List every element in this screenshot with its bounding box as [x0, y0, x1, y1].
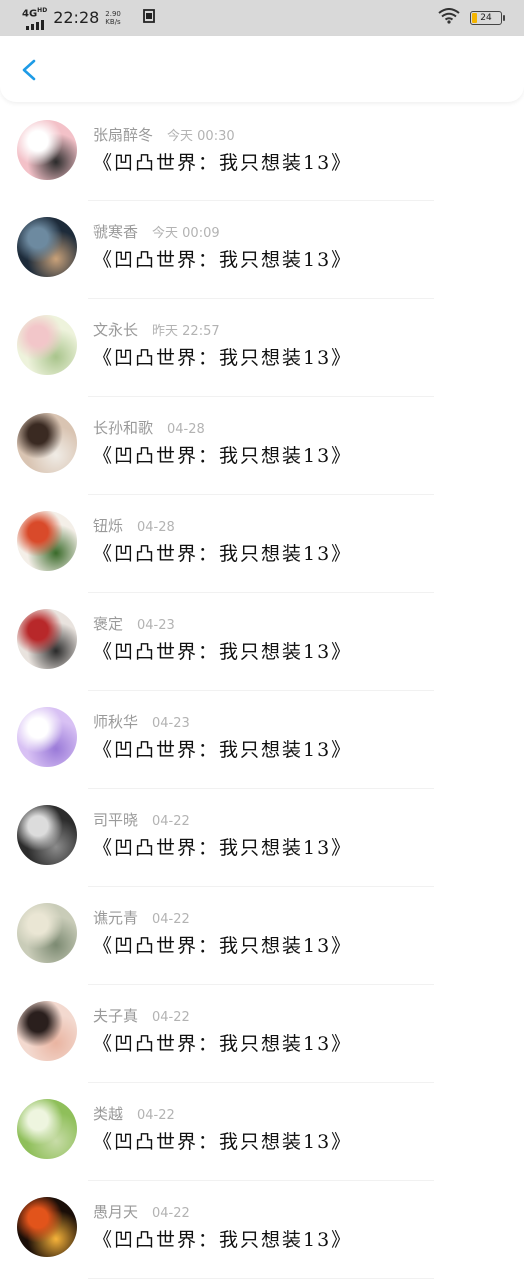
list-item[interactable]: 褒定 04-23 《凹凸世界：我只想装13》	[0, 593, 524, 691]
contact-name: 钮烁	[93, 517, 124, 535]
list-item[interactable]: 文永长 昨天 22:57 《凹凸世界：我只想装13》	[0, 299, 524, 397]
contact-meta: 钮烁 04-28	[93, 515, 175, 536]
contact-name: 师秋华	[93, 713, 139, 731]
list-item[interactable]: 类越 04-22 《凹凸世界：我只想装13》	[0, 1083, 524, 1181]
avatar[interactable]	[17, 707, 77, 767]
message-preview: 《凹凸世界：我只想装13》	[93, 152, 353, 174]
divider	[88, 1278, 434, 1279]
message-preview: 《凹凸世界：我只想装13》	[93, 249, 353, 271]
contact-name: 张扇醉冬	[93, 126, 154, 144]
message-preview: 《凹凸世界：我只想装13》	[93, 445, 353, 467]
avatar[interactable]	[17, 805, 77, 865]
contact-list: 张扇醉冬 今天 00:30 《凹凸世界：我只想装13》 虢寒香 今天 00:09 《凹凸世…	[0, 108, 524, 1279]
avatar[interactable]	[17, 903, 77, 963]
avatar[interactable]	[17, 413, 77, 473]
contact-name: 褒定	[93, 615, 124, 633]
contact-time: 04-22	[152, 814, 190, 829]
contact-meta: 师秋华 04-23	[93, 711, 190, 732]
contact-time: 今天 00:30	[167, 129, 235, 144]
wifi-icon	[438, 8, 460, 28]
contact-meta: 褒定 04-23	[93, 613, 175, 634]
contact-time: 04-22	[152, 1010, 190, 1025]
message-preview: 《凹凸世界：我只想装13》	[93, 739, 353, 761]
avatar[interactable]	[17, 120, 77, 180]
message-preview: 《凹凸世界：我只想装13》	[93, 347, 353, 369]
status-right: 24	[438, 8, 505, 28]
contact-name: 司平晓	[93, 811, 139, 829]
contact-time: 04-23	[152, 716, 190, 731]
list-item[interactable]: 司平晓 04-22 《凹凸世界：我只想装13》	[0, 789, 524, 887]
status-bar: 4GHD 22:28 2.90 KB/s 24	[0, 0, 524, 36]
contact-meta: 夫子真 04-22	[93, 1005, 190, 1026]
contact-name: 长孙和歌	[93, 419, 154, 437]
top-header	[0, 36, 524, 102]
contact-meta: 类越 04-22	[93, 1103, 175, 1124]
contact-name: 愚月天	[93, 1203, 139, 1221]
avatar[interactable]	[17, 1197, 77, 1257]
message-preview: 《凹凸世界：我只想装13》	[93, 837, 353, 859]
contact-time: 今天 00:09	[152, 226, 220, 241]
contact-meta: 长孙和歌 04-28	[93, 417, 205, 438]
message-preview: 《凹凸世界：我只想装13》	[93, 1229, 353, 1251]
contact-time: 04-28	[167, 422, 205, 437]
contact-meta: 谯元青 04-22	[93, 907, 190, 928]
list-item[interactable]: 夫子真 04-22 《凹凸世界：我只想装13》	[0, 985, 524, 1083]
contact-name: 虢寒香	[93, 223, 139, 241]
contact-meta: 张扇醉冬 今天 00:30	[93, 124, 235, 145]
contact-meta: 虢寒香 今天 00:09	[93, 221, 220, 242]
contact-meta: 愚月天 04-22	[93, 1201, 190, 1222]
list-item[interactable]: 张扇醉冬 今天 00:30 《凹凸世界：我只想装13》	[0, 108, 524, 201]
message-preview: 《凹凸世界：我只想装13》	[93, 641, 353, 663]
status-left: 4GHD 22:28 2.90 KB/s	[22, 6, 157, 31]
list-item[interactable]: 虢寒香 今天 00:09 《凹凸世界：我只想装13》	[0, 201, 524, 299]
contact-name: 谯元青	[93, 909, 139, 927]
avatar[interactable]	[17, 511, 77, 571]
network-indicator: 4GHD	[22, 6, 47, 31]
avatar[interactable]	[17, 609, 77, 669]
status-time: 22:28	[53, 8, 100, 28]
signal-icon	[25, 20, 44, 31]
contact-name: 文永长	[93, 321, 139, 339]
battery-icon: 24	[470, 11, 505, 25]
contact-name: 夫子真	[93, 1007, 139, 1025]
contact-name: 类越	[93, 1105, 124, 1123]
list-item[interactable]: 愚月天 04-22 《凹凸世界：我只想装13》	[0, 1181, 524, 1279]
contact-time: 04-22	[152, 912, 190, 927]
back-button[interactable]	[18, 58, 42, 82]
avatar[interactable]	[17, 1099, 77, 1159]
contact-time: 04-28	[137, 520, 175, 535]
network-speed: 2.90 KB/s	[105, 9, 121, 26]
list-item[interactable]: 师秋华 04-23 《凹凸世界：我只想装13》	[0, 691, 524, 789]
avatar[interactable]	[17, 217, 77, 277]
sim-icon	[141, 8, 157, 28]
message-preview: 《凹凸世界：我只想装13》	[93, 1033, 353, 1055]
contact-time: 04-22	[137, 1108, 175, 1123]
avatar[interactable]	[17, 315, 77, 375]
chevron-left-icon	[22, 59, 36, 81]
message-preview: 《凹凸世界：我只想装13》	[93, 543, 353, 565]
list-item[interactable]: 钮烁 04-28 《凹凸世界：我只想装13》	[0, 495, 524, 593]
contact-meta: 司平晓 04-22	[93, 809, 190, 830]
list-item[interactable]: 长孙和歌 04-28 《凹凸世界：我只想装13》	[0, 397, 524, 495]
contact-time: 昨天 22:57	[152, 324, 220, 339]
list-item[interactable]: 谯元青 04-22 《凹凸世界：我只想装13》	[0, 887, 524, 985]
contact-time: 04-23	[137, 618, 175, 633]
battery-level: 24	[480, 13, 492, 23]
avatar[interactable]	[17, 1001, 77, 1061]
message-preview: 《凹凸世界：我只想装13》	[93, 1131, 353, 1153]
contact-time: 04-22	[152, 1206, 190, 1221]
message-preview: 《凹凸世界：我只想装13》	[93, 935, 353, 957]
contact-meta: 文永长 昨天 22:57	[93, 319, 220, 340]
